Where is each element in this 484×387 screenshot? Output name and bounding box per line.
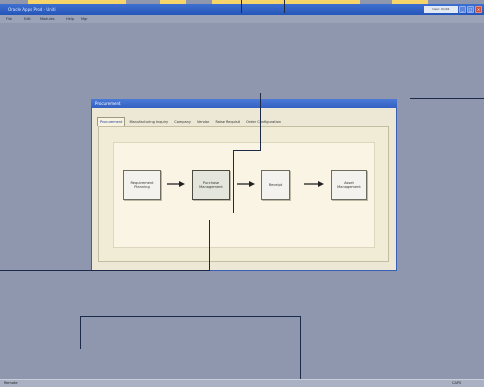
app-titlebar[interactable] — [0, 4, 484, 15]
flow-node-requirement-planning[interactable]: Requirement Planning — [123, 170, 161, 200]
annotation-line — [241, 0, 242, 13]
annotation-line — [233, 150, 234, 213]
menu-item-help[interactable]: Help — [66, 15, 74, 23]
tab-vendor[interactable]: Vendor — [195, 118, 211, 126]
status-left: Remote — [4, 381, 18, 385]
annotation-line — [233, 150, 261, 151]
flow-node-receipt[interactable]: Receipt — [261, 170, 290, 200]
menu-item-modules[interactable]: Modules — [40, 15, 55, 23]
menu-item-file[interactable]: File — [6, 15, 12, 23]
flow-node-label: Purchase Management — [199, 180, 223, 189]
tab-raise-requisition[interactable]: Raise Requisit — [213, 118, 242, 126]
module-window-title[interactable]: Procurement — [91, 99, 397, 108]
status-bar — [0, 379, 484, 387]
flow-node-purchase-management[interactable]: Purchase Management — [192, 170, 230, 200]
annotation-line — [300, 316, 301, 387]
tab-company[interactable]: Company — [172, 118, 193, 126]
flow-node-asset-management[interactable]: Asset Management — [331, 170, 367, 200]
minimize-icon[interactable]: _ — [459, 6, 466, 13]
annotation-line — [260, 93, 261, 151]
app-title: Oracle Apps Prod - Uniti — [8, 7, 56, 12]
right-arrow-icon — [167, 181, 185, 187]
flow-node-label: Requirement Planning — [130, 180, 154, 189]
right-arrow-icon — [237, 181, 255, 187]
tab-strip: Procurement Manufacturing Inquiry Compan… — [97, 117, 284, 126]
annotation-line — [80, 316, 301, 317]
maximize-icon[interactable]: □ — [467, 6, 474, 13]
close-icon[interactable]: × — [475, 6, 482, 13]
tab-manufacturing-inquiry[interactable]: Manufacturing Inquiry — [128, 118, 171, 126]
menu-item-edit[interactable]: Edit — [24, 15, 31, 23]
annotation-line — [209, 220, 210, 271]
annotation-line — [80, 316, 81, 349]
annotation-line — [410, 98, 484, 99]
flow-node-label: Receipt — [268, 182, 283, 187]
right-arrow-icon — [304, 181, 324, 187]
status-right: CAPS — [452, 381, 462, 385]
session-info: User: 01/01 — [424, 6, 458, 13]
flow-node-label: Asset Management — [337, 180, 361, 189]
menu-item-manager[interactable]: Mgr — [81, 15, 88, 23]
tab-order-configuration[interactable]: Order Configuration — [244, 118, 283, 126]
annotation-line — [284, 0, 285, 13]
tab-procurement[interactable]: Procurement — [97, 117, 126, 126]
annotation-line — [0, 270, 210, 271]
